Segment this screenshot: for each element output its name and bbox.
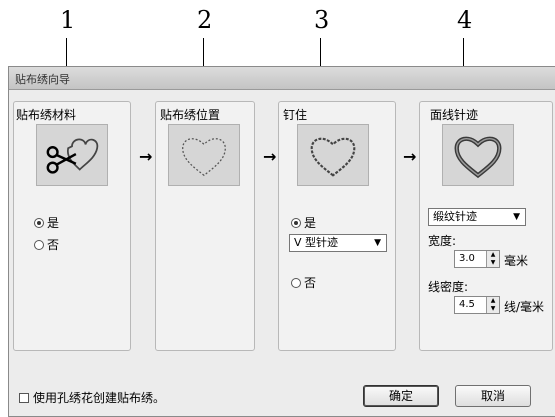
tack-stitch-value: V 型针迹	[294, 236, 339, 249]
panel-tack-down: 钉住 是 V 型针迹 ▼ 否	[278, 101, 396, 351]
top-stitch-value: 缎纹针迹	[433, 210, 477, 223]
panel-title-material: 贴布绣材料	[16, 108, 77, 122]
hole-embroidery-checkbox[interactable]: 使用孔绣花创建贴布绣。	[19, 389, 165, 406]
material-no-label: 否	[47, 238, 60, 252]
tack-yes-radio[interactable]: 是	[291, 214, 316, 231]
material-yes-label: 是	[47, 216, 60, 230]
callout-3: 3	[314, 6, 330, 34]
width-spinbox[interactable]: 3.0 ▲ ▼	[454, 250, 500, 268]
radio-dot-icon	[291, 217, 301, 228]
density-unit: 线/毫米	[504, 300, 545, 314]
dropdown-arrow-icon: ▼	[374, 238, 381, 248]
spin-arrows-icon[interactable]: ▲ ▼	[486, 297, 499, 313]
width-value: 3.0	[459, 253, 475, 264]
radio-dot-icon	[34, 217, 44, 228]
window-title: 贴布绣向导	[15, 73, 70, 86]
applique-wizard-dialog: 贴布绣向导 贴布绣材料 是 否 → 贴布绣位置 → 钉住 是 V 型针迹 ▼ 否…	[8, 66, 555, 417]
dotted-heart-icon	[168, 124, 240, 186]
panel-title-position: 贴布绣位置	[160, 108, 221, 122]
radio-dot-icon	[34, 239, 44, 250]
tack-no-label: 否	[304, 276, 317, 290]
tack-no-radio[interactable]: 否	[291, 274, 316, 291]
panel-title-top-stitch: 面线针迹	[430, 108, 479, 122]
density-label: 线密度:	[428, 280, 469, 294]
material-no-radio[interactable]: 否	[34, 236, 59, 253]
panel-title-tack: 钉住	[283, 108, 308, 122]
panel-applique-material: 贴布绣材料 是 否	[13, 101, 131, 351]
callout-1: 1	[60, 6, 76, 34]
panel-applique-position: 贴布绣位置	[155, 101, 255, 351]
callout-2: 2	[197, 6, 213, 34]
tack-yes-label: 是	[304, 216, 317, 230]
ok-button[interactable]: 确定	[363, 385, 439, 407]
dropdown-arrow-icon: ▼	[513, 212, 520, 222]
tack-stitch-select[interactable]: V 型针迹 ▼	[289, 234, 387, 252]
checkbox-box	[19, 392, 29, 403]
cancel-button[interactable]: 取消	[455, 385, 531, 407]
satin-heart-icon	[442, 124, 514, 186]
arrow-right-icon: →	[263, 147, 277, 166]
scissors-heart-icon	[36, 124, 108, 186]
density-spinbox[interactable]: 4.5 ▲ ▼	[454, 296, 500, 314]
material-yes-radio[interactable]: 是	[34, 214, 59, 231]
arrow-right-icon: →	[139, 147, 153, 166]
panel-top-stitch: 面线针迹 缎纹针迹 ▼ 宽度: 3.0 ▲ ▼ 毫米 线密度: 4.5 ▲ ▼ 线/…	[419, 101, 553, 351]
checkbox-label: 使用孔绣花创建贴布绣。	[33, 391, 166, 405]
callout-4: 4	[457, 6, 473, 34]
width-unit: 毫米	[504, 254, 529, 268]
wavy-heart-icon	[297, 124, 369, 186]
radio-dot-icon	[291, 277, 301, 288]
arrow-right-icon: →	[403, 147, 417, 166]
width-label: 宽度:	[428, 234, 457, 248]
spin-arrows-icon[interactable]: ▲ ▼	[486, 251, 499, 267]
title-bar[interactable]: 贴布绣向导	[9, 67, 555, 90]
top-stitch-select[interactable]: 缎纹针迹 ▼	[428, 208, 526, 226]
density-value: 4.5	[459, 299, 475, 310]
